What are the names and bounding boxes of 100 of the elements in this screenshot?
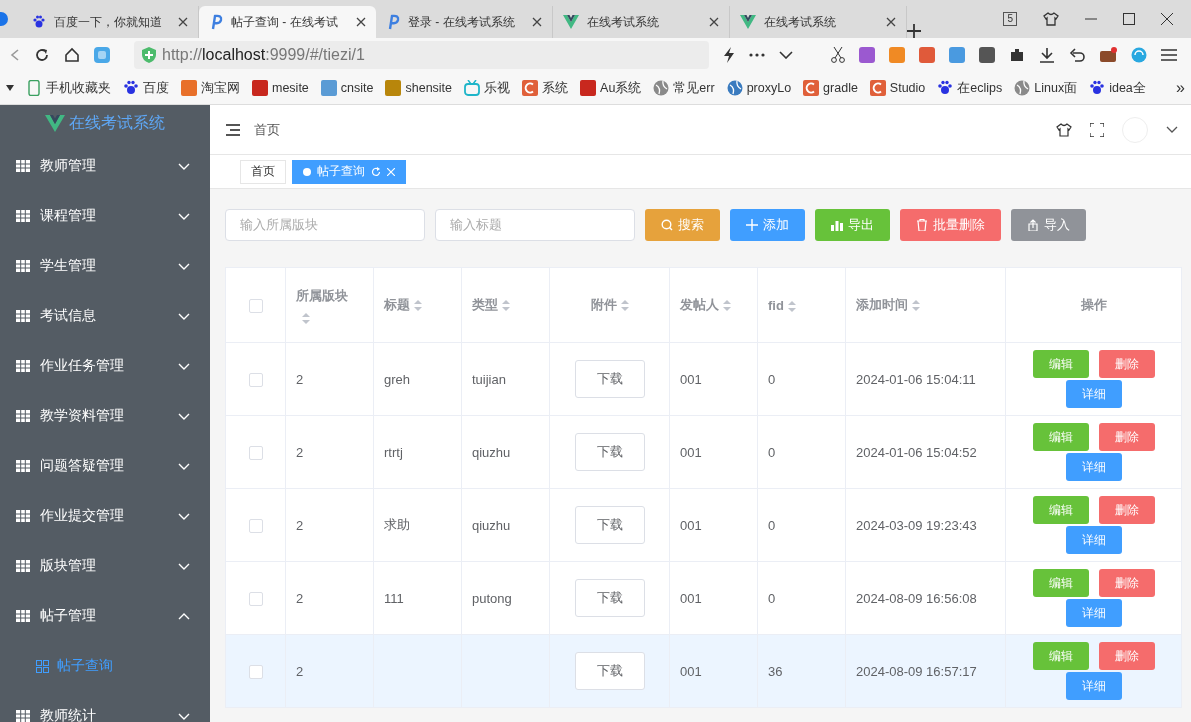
briefcase-icon[interactable] <box>1099 47 1117 63</box>
more-icon[interactable] <box>749 53 765 57</box>
caret-icon[interactable] <box>6 85 14 91</box>
bookmark-link[interactable]: 淘宝网 <box>201 79 240 97</box>
bookmark-link[interactable]: proxyLo <box>746 81 792 95</box>
download-button[interactable]: 下载 <box>574 433 645 471</box>
download-button[interactable]: 下载 <box>574 579 645 617</box>
bookmark-link[interactable]: gradle <box>823 81 858 95</box>
fullscreen-icon[interactable] <box>1090 122 1104 137</box>
shirt-icon[interactable] <box>1056 122 1072 137</box>
bookmark-link[interactable]: shensite <box>405 81 453 95</box>
bookmark-link[interactable]: Au系统 <box>600 79 642 97</box>
bookmark-link[interactable]: 系统 <box>542 79 569 97</box>
menu-icon[interactable] <box>226 123 240 136</box>
sidebar-menu-item[interactable]: 学生管理 <box>0 241 210 291</box>
chevron-down-icon <box>178 412 190 420</box>
bookmark-link[interactable]: 乐视 <box>484 79 511 97</box>
page-tab[interactable]: 首页 <box>240 159 286 184</box>
sidebar-menu-item[interactable]: 课程管理 <box>0 191 210 241</box>
bookmark-link[interactable]: Linux面 <box>1034 79 1078 97</box>
download-icon[interactable] <box>1039 47 1055 63</box>
maximize-icon[interactable] <box>1123 13 1135 25</box>
table-cell: 0 <box>768 444 776 460</box>
refresh-icon[interactable] <box>371 166 381 177</box>
chevron-up-icon <box>178 612 190 620</box>
table-cell: qiuzhu <box>472 517 511 533</box>
browser-tab[interactable]: 帖子查询 - 在线考试 <box>199 6 376 38</box>
download-button[interactable]: 下载 <box>574 652 645 690</box>
menu-icon[interactable] <box>1161 48 1177 62</box>
row-checkbox[interactable] <box>248 445 263 460</box>
grid-icon <box>36 659 49 673</box>
lightning-icon[interactable] <box>723 47 735 63</box>
bookmark-link[interactable]: 在eclips <box>957 79 1003 97</box>
bookmark-link[interactable]: Studio <box>889 81 926 95</box>
table-cell: 0 <box>768 517 776 533</box>
chevron-down-icon <box>178 162 190 170</box>
close-icon[interactable] <box>532 17 542 27</box>
upload-icon <box>1027 219 1039 231</box>
home-icon[interactable] <box>64 47 80 63</box>
chevron-down-icon <box>178 362 190 370</box>
grid-icon <box>16 260 30 272</box>
close-icon[interactable] <box>886 17 896 27</box>
bookmark-link[interactable]: cnsite <box>340 81 374 95</box>
table-cell: 2 <box>296 444 304 460</box>
row-checkbox[interactable] <box>248 591 263 606</box>
breadcrumb-link[interactable]: 首页 <box>254 120 280 139</box>
sidebar-menu-item[interactable]: 教师管理 <box>0 141 210 191</box>
table-cell: 2024-08-09 16:56:08 <box>856 590 977 606</box>
reload-icon[interactable] <box>34 47 50 63</box>
close-icon[interactable] <box>1161 13 1173 25</box>
chevron-down-icon[interactable] <box>1166 126 1178 133</box>
table-cell: 001 <box>680 517 702 533</box>
chevron-down-icon <box>178 462 190 470</box>
select-all-checkbox[interactable] <box>248 298 263 313</box>
paw-icon <box>32 15 46 29</box>
sidebar-menu-item[interactable]: 版块管理 <box>0 541 210 591</box>
grid-icon <box>16 560 30 572</box>
chevron-down-icon <box>178 512 190 520</box>
table-cell: 2024-08-09 16:57:17 <box>856 663 977 679</box>
search-field[interactable]: 输入所属版块 <box>225 209 425 241</box>
bookmark-link[interactable]: idea全 <box>1109 79 1146 97</box>
close-icon[interactable] <box>178 17 188 27</box>
row-checkbox[interactable] <box>248 372 263 387</box>
close-icon[interactable] <box>709 17 719 27</box>
undo-icon[interactable] <box>1069 48 1085 62</box>
bookmark-link[interactable]: 百度 <box>143 79 169 97</box>
address-bar[interactable]: http://localhost:9999/#/tiezi/1 <box>134 41 709 69</box>
close-icon[interactable] <box>356 17 366 27</box>
chevron-down-icon[interactable] <box>779 51 793 59</box>
grid-icon <box>16 460 30 472</box>
back-icon[interactable] <box>10 49 20 61</box>
row-checkbox[interactable] <box>248 664 263 679</box>
bookmark-link[interactable]: 常见err <box>673 79 715 97</box>
download-button[interactable]: 下载 <box>574 360 645 398</box>
new-tab-icon[interactable] <box>907 24 921 38</box>
row-checkbox[interactable] <box>248 518 263 533</box>
sidebar-menu-item[interactable]: 教师统计 <box>0 691 210 722</box>
shirt-icon[interactable] <box>1043 12 1059 26</box>
sidebar-menu-item[interactable]: 帖子管理 <box>0 591 210 641</box>
more-bookmarks-button[interactable]: » <box>1176 79 1185 97</box>
search-field[interactable]: 输入标题 <box>435 209 635 241</box>
grid-icon <box>16 210 30 222</box>
bar-chart-icon <box>831 219 843 231</box>
table-cell: 111 <box>384 590 404 606</box>
table-cell: 2 <box>296 371 304 387</box>
grid-icon <box>16 360 30 372</box>
table-cell: 2 <box>296 517 304 533</box>
table-cell: 001 <box>680 371 702 387</box>
chevron-down-icon <box>178 312 190 320</box>
scissors-icon[interactable] <box>831 47 845 63</box>
tab-count[interactable]: 5 <box>1003 12 1017 26</box>
download-button[interactable]: 下载 <box>574 506 645 544</box>
sidebar-menu-item[interactable]: 作业任务管理 <box>0 341 210 391</box>
sidebar-menu-item[interactable]: 作业提交管理 <box>0 491 210 541</box>
sidebar-menu-item[interactable]: 教学资料管理 <box>0 391 210 441</box>
sidebar-menu-item[interactable]: 问题答疑管理 <box>0 441 210 491</box>
url-text: http://localhost:9999/#/tiezi/1 <box>162 46 365 64</box>
sidebar-menu-item[interactable]: 考试信息 <box>0 291 210 341</box>
bookmark-link[interactable]: 手机收藏夹 <box>46 79 111 97</box>
bookmark-link[interactable]: mesite <box>272 81 309 95</box>
